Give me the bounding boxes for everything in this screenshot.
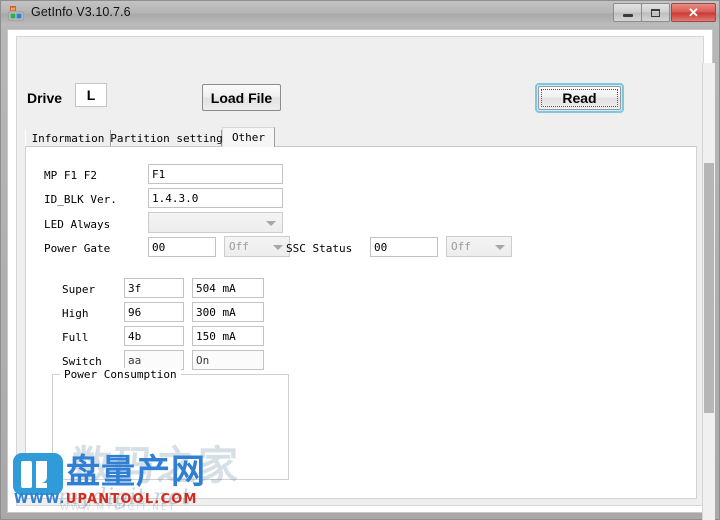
pc-row-label-super: Super [62, 283, 96, 296]
maximize-button[interactable] [641, 3, 670, 22]
power-gate-input[interactable]: 00 [148, 237, 216, 257]
pc-row-label-full: Full [62, 331, 89, 344]
power-consumption-title: Power Consumption [60, 368, 181, 381]
led-always-combobox[interactable] [148, 212, 283, 233]
close-button[interactable]: ✕ [671, 3, 716, 22]
pc-value-super[interactable]: 504 mA [192, 278, 264, 298]
power-gate-state: Off [229, 240, 249, 253]
tab-information[interactable]: Information [25, 130, 111, 146]
tab-strip: Information Partition setting Other [25, 127, 697, 147]
window-controls: ✕ [613, 3, 716, 22]
pc-value-full[interactable]: 150 mA [192, 326, 264, 346]
load-file-button[interactable]: Load File [202, 84, 281, 111]
pc-code-super[interactable]: 3f [124, 278, 184, 298]
read-button[interactable]: Read [538, 86, 621, 110]
tab-partition-setting[interactable]: Partition setting [110, 130, 223, 146]
window-frame: M GetInfo V3.10.7.6 ✕ Drive L Load File … [0, 0, 720, 520]
minimize-button[interactable] [613, 3, 642, 22]
pc-code-high[interactable]: 96 [124, 302, 184, 322]
vertical-scrollbar[interactable] [702, 63, 715, 520]
power-gate-combobox[interactable]: Off [224, 236, 290, 257]
focus-ring [541, 89, 618, 107]
window-title: GetInfo V3.10.7.6 [31, 5, 131, 19]
pc-code-switch[interactable]: aa [124, 350, 184, 370]
form-panel: Drive L Load File Read Information Parti… [16, 36, 704, 506]
pc-row-label-high: High [62, 307, 89, 320]
chevron-down-icon [273, 245, 283, 250]
power-consumption-group [52, 374, 289, 480]
maximize-icon [651, 8, 660, 17]
scrollbar-thumb[interactable] [704, 163, 714, 413]
client-area: Drive L Load File Read Information Parti… [7, 29, 715, 520]
mp-f1-f2-input[interactable]: F1 [148, 164, 283, 184]
pc-row-label-switch: Switch [62, 355, 102, 368]
id-blk-ver-label: ID_BLK Ver. [44, 193, 117, 206]
pc-code-full[interactable]: 4b [124, 326, 184, 346]
application-window: M GetInfo V3.10.7.6 ✕ Drive L Load File … [0, 0, 720, 520]
ssc-status-combobox[interactable]: Off [446, 236, 512, 257]
svg-text:M: M [11, 6, 15, 11]
tab-panel-other: MP F1 F2 F1 ID_BLK Ver. 1.4.3.0 LED Alwa… [25, 146, 697, 499]
chevron-down-icon [495, 245, 505, 250]
close-icon: ✕ [688, 5, 699, 20]
title-bar[interactable]: M GetInfo V3.10.7.6 ✕ [1, 1, 719, 26]
chevron-down-icon [266, 221, 276, 226]
pc-value-high[interactable]: 300 mA [192, 302, 264, 322]
tab-other[interactable]: Other [222, 127, 275, 147]
drive-letter-field[interactable]: L [75, 83, 107, 107]
pc-value-switch[interactable]: On [192, 350, 264, 370]
app-icon: M [8, 5, 25, 22]
ssc-status-label: SSC Status [286, 242, 353, 255]
minimize-icon [622, 14, 633, 17]
ssc-status-state: Off [451, 240, 471, 253]
drive-label: Drive [27, 90, 63, 106]
id-blk-ver-input[interactable]: 1.4.3.0 [148, 188, 283, 208]
mp-f1-f2-label: MP F1 F2 [44, 169, 97, 182]
ssc-status-input[interactable]: 00 [370, 237, 438, 257]
led-always-label: LED Always [44, 218, 111, 231]
power-gate-label: Power Gate [44, 242, 111, 255]
read-button-highlight: Read [535, 83, 624, 113]
